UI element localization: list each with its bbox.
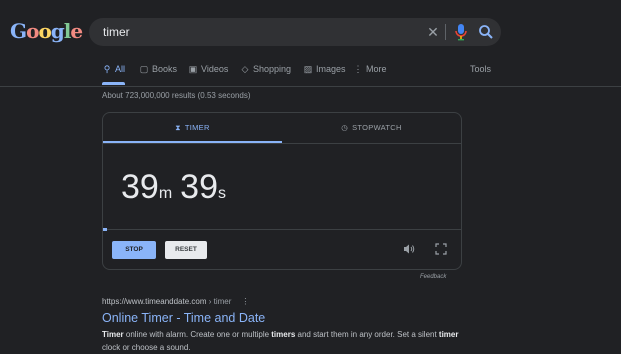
timer-tabs: ⧗ TIMER ◷ STOPWATCH (103, 113, 461, 144)
volume-icon[interactable] (403, 243, 415, 255)
search-input[interactable]: timer (103, 18, 130, 46)
stop-button[interactable]: STOP (112, 241, 156, 259)
tools-button[interactable]: Tools (470, 62, 491, 76)
video-icon: ▣ (188, 64, 198, 74)
clear-icon[interactable]: ✕ (423, 18, 443, 46)
result-path: › timer (206, 297, 232, 306)
result-title-link[interactable]: Online Timer - Time and Date (102, 311, 265, 325)
microphone-icon[interactable] (453, 22, 469, 42)
search-icon: ⚲ (103, 64, 111, 74)
image-icon: ▨ (303, 64, 313, 74)
feedback-link[interactable]: Feedback (420, 274, 446, 280)
search-box[interactable]: timer ✕ (89, 18, 501, 46)
reset-button[interactable]: RESET (165, 241, 207, 259)
result-stats: About 723,000,000 results (0.53 seconds) (102, 91, 251, 100)
tab-stopwatch[interactable]: ◷ STOPWATCH (282, 113, 461, 143)
result-url[interactable]: https://www.timeanddate.com › timer ⋮ (102, 297, 249, 306)
timer-seconds-unit: s (217, 185, 226, 202)
book-icon: ▢ (139, 64, 149, 74)
timer-display: 39m 39s (121, 167, 234, 207)
search-icon[interactable] (477, 23, 495, 41)
result-snippet: Timer online with alarm. Create one or m… (102, 330, 459, 352)
tab-more[interactable]: ⋮ More (353, 62, 387, 76)
result-domain: https://www.timeanddate.com (102, 297, 207, 306)
tab-shopping[interactable]: ◇ Shopping (240, 62, 292, 76)
timer-tab-indicator (103, 141, 282, 143)
tab-videos[interactable]: ▣ Videos (188, 62, 229, 76)
hourglass-icon: ⧗ (175, 123, 181, 132)
active-tab-indicator (102, 82, 125, 85)
google-logo[interactable]: Google (10, 19, 83, 43)
timer-seconds: 39 (180, 168, 218, 206)
timer-progress-track (103, 229, 461, 230)
timer-minutes-unit: m (158, 185, 173, 202)
stopwatch-icon: ◷ (341, 123, 349, 132)
tab-images[interactable]: ▨ Images (303, 62, 346, 76)
kebab-icon[interactable]: ⋮ (241, 297, 249, 306)
kebab-icon: ⋮ (353, 64, 363, 74)
header: Google timer ✕ ⚲ All ▢ Books ▣ Videos ◇ Shop… (0, 0, 621, 87)
fullscreen-icon[interactable] (435, 243, 447, 255)
timer-minutes: 39 (121, 168, 159, 206)
timer-widget: ⧗ TIMER ◷ STOPWATCH 39m 39s STOP RESET (102, 112, 462, 270)
timer-progress-fill (103, 228, 107, 231)
tag-icon: ◇ (241, 64, 249, 74)
search-divider (445, 24, 446, 40)
tab-books[interactable]: ▢ Books (139, 62, 177, 76)
tab-all[interactable]: ⚲ All (102, 62, 125, 76)
tab-timer[interactable]: ⧗ TIMER (103, 113, 282, 143)
